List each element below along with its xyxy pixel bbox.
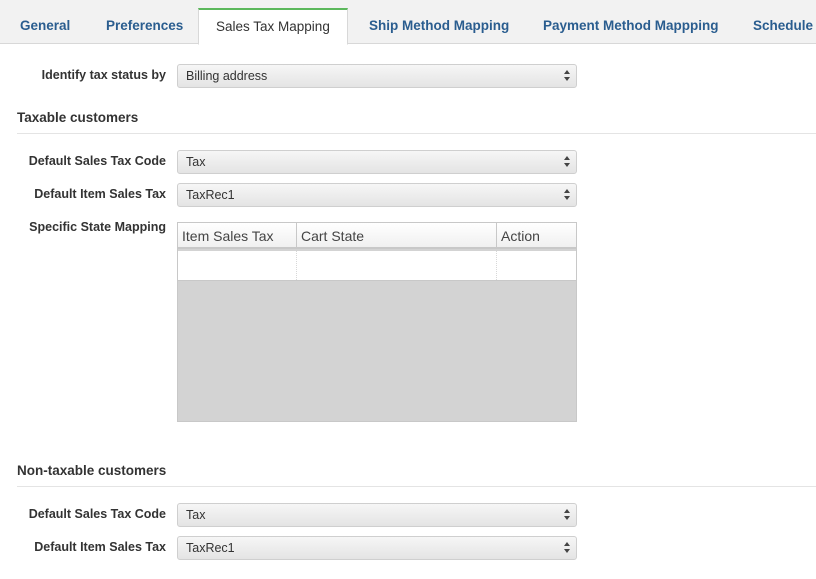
updown-chevron-icon [564, 508, 571, 522]
grid-cell-cart-state[interactable] [297, 251, 497, 280]
grid-column-action[interactable]: Action [497, 223, 576, 249]
taxable-item-tax-select[interactable]: TaxRec1 [177, 183, 577, 207]
grid-column-cart-state[interactable]: Cart State [297, 223, 497, 249]
taxable-tax-code-select[interactable]: Tax [177, 150, 577, 174]
taxable-item-tax-value: TaxRec1 [186, 188, 235, 202]
nontaxable-item-tax-value: TaxRec1 [186, 541, 235, 555]
tab-bar: General Preferences Sales Tax Mapping Sh… [0, 0, 816, 45]
nontaxable-item-tax-label: Default Item Sales Tax [34, 540, 166, 554]
tab-payment-method-mapping[interactable]: Payment Method Mappping [543, 8, 719, 44]
grid-column-item-sales-tax[interactable]: Item Sales Tax [178, 223, 297, 249]
nontaxable-divider [17, 486, 816, 487]
nontaxable-tax-code-select[interactable]: Tax [177, 503, 577, 527]
nontaxable-item-tax-select[interactable]: TaxRec1 [177, 536, 577, 560]
identify-tax-status-select[interactable]: Billing address [177, 64, 577, 88]
taxable-tax-code-value: Tax [186, 155, 206, 169]
state-mapping-grid: Item Sales Tax Cart State Action [177, 222, 577, 422]
updown-chevron-icon [564, 155, 571, 169]
taxable-tax-code-label: Default Sales Tax Code [28, 154, 166, 168]
updown-chevron-icon [564, 69, 571, 83]
updown-chevron-icon [564, 188, 571, 202]
grid-row-new[interactable] [178, 251, 576, 281]
taxable-item-tax-label: Default Item Sales Tax [34, 187, 166, 201]
identify-tax-status-value: Billing address [186, 69, 268, 83]
tab-general[interactable]: General [20, 8, 70, 44]
tab-preferences[interactable]: Preferences [106, 8, 183, 44]
nontaxable-customers-heading: Non-taxable customers [17, 463, 167, 478]
updown-chevron-icon [564, 541, 571, 555]
grid-header: Item Sales Tax Cart State Action [178, 223, 576, 249]
state-mapping-label: Specific State Mapping [29, 220, 166, 234]
grid-cell-action[interactable] [497, 251, 576, 280]
identify-tax-status-label: Identify tax status by [41, 68, 166, 82]
grid-cell-item-sales-tax[interactable] [178, 251, 297, 280]
taxable-divider [17, 133, 816, 134]
tab-ship-method-mapping[interactable]: Ship Method Mapping [369, 8, 509, 44]
nontaxable-tax-code-value: Tax [186, 508, 206, 522]
tab-schedule[interactable]: Schedule [753, 8, 813, 44]
tab-sales-tax-mapping[interactable]: Sales Tax Mapping [198, 8, 348, 45]
nontaxable-tax-code-label: Default Sales Tax Code [28, 507, 166, 521]
taxable-customers-heading: Taxable customers [17, 110, 139, 125]
